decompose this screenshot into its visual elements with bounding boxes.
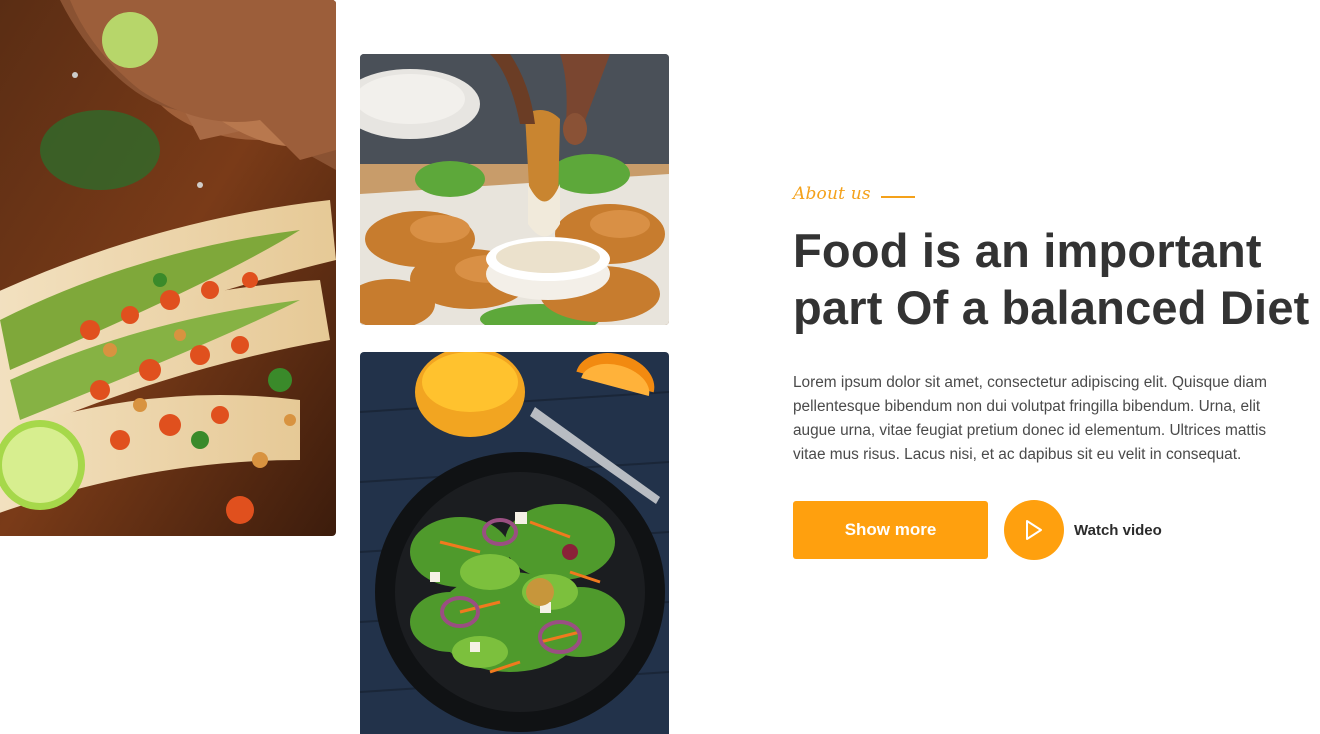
eyebrow-label: About us <box>793 184 871 204</box>
section-eyebrow: About us <box>793 184 1313 204</box>
cta-group: Show more Watch video <box>793 500 1313 560</box>
watch-video-link[interactable]: Watch video <box>1004 500 1162 560</box>
about-section: About us Food is an important part Of a … <box>0 0 1320 734</box>
watch-video-label[interactable]: Watch video <box>1074 522 1162 539</box>
eyebrow-divider <box>880 196 915 198</box>
tacos-photo <box>0 0 336 536</box>
headline-line-2: part Of a balanced Diet <box>793 281 1310 334</box>
headline-line-1: Food is an important <box>793 224 1262 277</box>
page-title: Food is an important part Of a balanced … <box>793 222 1313 336</box>
salad-photo <box>360 352 669 734</box>
chicken-photo <box>360 54 669 325</box>
play-icon[interactable] <box>1004 500 1064 560</box>
about-description: Lorem ipsum dolor sit amet, consectetur … <box>793 374 1267 463</box>
show-more-button[interactable]: Show more <box>793 501 988 559</box>
about-content: About us Food is an important part Of a … <box>793 184 1313 560</box>
